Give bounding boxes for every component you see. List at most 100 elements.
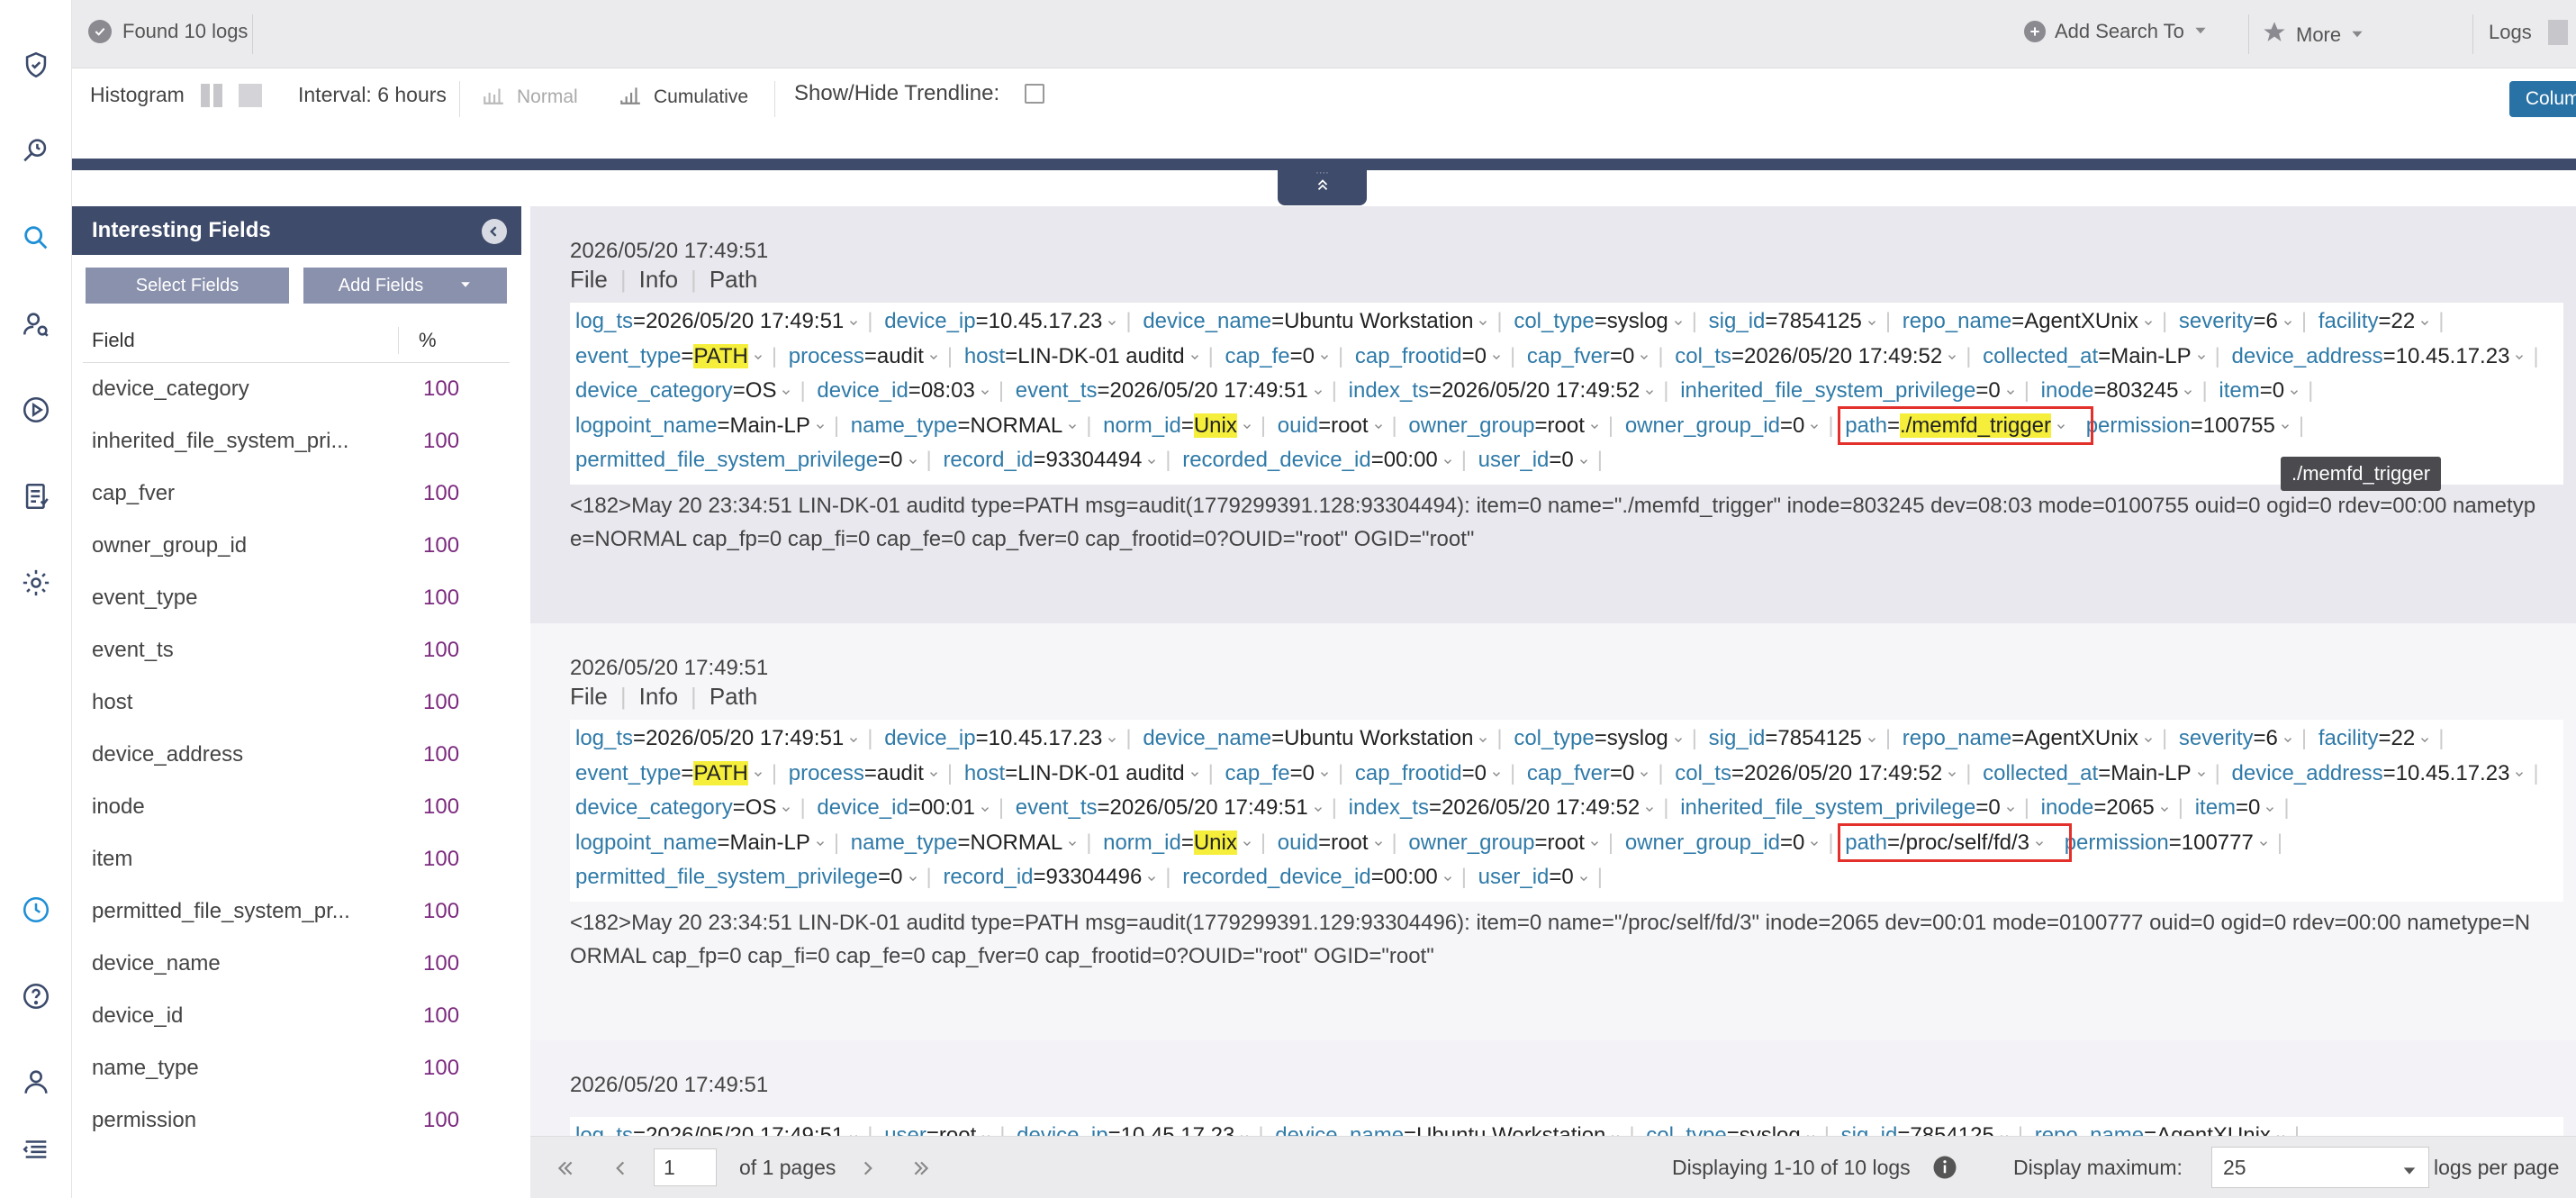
- chevron-down-icon[interactable]: [1241, 420, 1253, 432]
- chevron-down-icon[interactable]: [2033, 837, 2046, 849]
- more-menu[interactable]: More: [2262, 20, 2364, 50]
- log-field-event-ts[interactable]: event_ts=2026/05/20 17:49:51 |: [1016, 795, 1342, 820]
- interval-label[interactable]: Interval: 6 hours: [298, 83, 447, 107]
- log-field-owner-group[interactable]: owner_group=root |: [1408, 830, 1619, 855]
- info-icon[interactable]: [1931, 1154, 1958, 1181]
- chevron-down-icon[interactable]: [1638, 350, 1650, 363]
- chevron-down-icon[interactable]: [752, 767, 764, 780]
- log-field-col-ts[interactable]: col_ts=2026/05/20 17:49:52 |: [1675, 344, 1976, 368]
- log-field-ouid[interactable]: ouid=root |: [1278, 413, 1403, 438]
- chevron-down-icon[interactable]: [1577, 872, 1590, 885]
- log-field-sig-id[interactable]: sig_id=7854125 |: [1841, 1123, 2029, 1136]
- log-field-host[interactable]: host=LIN-DK-01 auditd |: [964, 761, 1219, 785]
- field-row[interactable]: event_type 100: [83, 572, 510, 624]
- chevron-down-icon[interactable]: [1808, 837, 1821, 849]
- log-field-sig-id[interactable]: sig_id=7854125 |: [1709, 309, 1896, 333]
- chevron-down-icon[interactable]: [780, 803, 792, 815]
- log-field-repo-name[interactable]: repo_name=AgentXUnix |: [2035, 1123, 2305, 1136]
- chevron-down-icon[interactable]: [2418, 733, 2431, 746]
- next-page-icon[interactable]: [854, 1155, 881, 1182]
- field-name[interactable]: owner_group_id: [83, 533, 398, 558]
- log-field-logpoint-name[interactable]: logpoint_name=Main-LP |: [575, 413, 845, 438]
- log-field-repo-name[interactable]: repo_name=AgentXUnix |: [1903, 309, 2173, 333]
- chevron-down-icon[interactable]: [1241, 837, 1253, 849]
- chevron-down-icon[interactable]: [2513, 767, 2526, 780]
- chevron-down-icon[interactable]: [1808, 420, 1821, 432]
- log-field-path[interactable]: path=./memfd_trigger: [1838, 405, 2093, 445]
- field-name[interactable]: permitted_file_system_pr...: [83, 899, 398, 924]
- tab-path[interactable]: Path: [710, 683, 758, 711]
- select-fields-button[interactable]: Select Fields: [86, 268, 289, 304]
- log-field-cap-fver[interactable]: cap_fver=0 |: [1527, 761, 1669, 785]
- field-name[interactable]: device_name: [83, 951, 398, 976]
- log-field-event-ts[interactable]: event_ts=2026/05/20 17:49:51 |: [1016, 378, 1342, 403]
- log-field-inode[interactable]: inode=2065 |: [2041, 795, 2189, 820]
- add-search-to-menu[interactable]: Add Search To: [2024, 20, 2208, 43]
- tab-file[interactable]: File: [570, 266, 608, 294]
- log-field-device-ip[interactable]: device_ip=10.45.17.23 |: [884, 309, 1136, 333]
- log-field-cap-frootid[interactable]: cap_frootid=0 |: [1355, 761, 1521, 785]
- log-field-repo-name[interactable]: repo_name=AgentXUnix |: [1903, 726, 2173, 750]
- field-row[interactable]: item 100: [83, 833, 510, 885]
- chevron-down-icon[interactable]: [2264, 803, 2276, 815]
- log-field-inode[interactable]: inode=803245 |: [2041, 378, 2213, 403]
- field-name[interactable]: host: [83, 690, 398, 715]
- chevron-down-icon[interactable]: [1066, 837, 1079, 849]
- log-field-record-id[interactable]: record_id=93304496 |: [943, 865, 1176, 889]
- user-icon[interactable]: [0, 1046, 72, 1118]
- chevron-down-icon[interactable]: [1066, 420, 1079, 432]
- field-name[interactable]: cap_fver: [83, 481, 398, 506]
- chevron-down-icon[interactable]: [1672, 733, 1685, 746]
- field-column-header[interactable]: Field: [83, 329, 398, 352]
- log-field-user-id[interactable]: user_id=0 |: [1478, 865, 1608, 889]
- field-name[interactable]: inherited_file_system_pri...: [83, 429, 398, 454]
- field-name[interactable]: device_address: [83, 742, 398, 767]
- chevron-down-icon[interactable]: [2142, 316, 2155, 329]
- log-field-log-ts[interactable]: log_ts=2026/05/20 17:49:51 |: [575, 309, 879, 333]
- menu-collapse-icon[interactable]: [0, 1113, 72, 1185]
- log-field-name-type[interactable]: name_type=NORMAL |: [851, 413, 1098, 438]
- log-field-index-ts[interactable]: index_ts=2026/05/20 17:49:52 |: [1349, 378, 1675, 403]
- log-field-facility[interactable]: facility=22 |: [2318, 309, 2450, 333]
- chevron-down-icon[interactable]: [927, 767, 940, 780]
- tab-info[interactable]: Info: [639, 266, 678, 294]
- chevron-down-icon[interactable]: [2279, 420, 2291, 432]
- chevron-down-icon[interactable]: [1490, 767, 1503, 780]
- log-field-device-ip[interactable]: device_ip=10.45.17.23 |: [1017, 1123, 1269, 1136]
- field-row[interactable]: name_type 100: [83, 1042, 510, 1094]
- log-field-severity[interactable]: severity=6 |: [2179, 309, 2312, 333]
- page-number-input[interactable]: 1: [654, 1148, 717, 1186]
- field-row[interactable]: inode 100: [83, 781, 510, 833]
- chevron-down-icon[interactable]: [1672, 316, 1685, 329]
- chevron-down-icon[interactable]: [907, 455, 919, 467]
- chevron-down-icon[interactable]: [1372, 837, 1385, 849]
- field-name[interactable]: device_id: [83, 1003, 398, 1029]
- collapse-histogram-tab[interactable]: ····: [1278, 159, 1367, 205]
- log-field-user-id[interactable]: user_id=0 |: [1478, 448, 1608, 472]
- chevron-down-icon[interactable]: [2055, 420, 2067, 432]
- field-name[interactable]: item: [83, 847, 398, 872]
- log-field-record-id[interactable]: record_id=93304494 |: [943, 448, 1176, 472]
- chevron-down-icon[interactable]: [1318, 350, 1331, 363]
- histogram-full-icon[interactable]: [238, 83, 262, 107]
- chevron-down-icon[interactable]: [1946, 350, 1958, 363]
- field-row[interactable]: device_name 100: [83, 938, 510, 990]
- field-row[interactable]: permitted_file_system_pr... 100: [83, 885, 510, 938]
- chevron-down-icon[interactable]: [2182, 386, 2194, 398]
- field-name[interactable]: event_type: [83, 585, 398, 611]
- log-field-sig-id[interactable]: sig_id=7854125 |: [1709, 726, 1896, 750]
- log-field-device-name[interactable]: device_name=Ubuntu Workstation |: [1275, 1123, 1640, 1136]
- log-field-inherited-file-system-privilege[interactable]: inherited_file_system_privilege=0 |: [1680, 795, 2035, 820]
- log-field-logpoint-name[interactable]: logpoint_name=Main-LP |: [575, 830, 845, 855]
- chevron-down-icon[interactable]: [1477, 733, 1489, 746]
- chevron-down-icon[interactable]: [927, 350, 940, 363]
- play-icon[interactable]: [0, 374, 72, 446]
- log-field-process[interactable]: process=audit |: [789, 344, 958, 368]
- log-field-log-ts[interactable]: log_ts=2026/05/20 17:49:51 |: [575, 1123, 879, 1136]
- log-field-log-ts[interactable]: log_ts=2026/05/20 17:49:51 |: [575, 726, 879, 750]
- log-field-device-name[interactable]: device_name=Ubuntu Workstation |: [1143, 726, 1507, 750]
- log-field-permitted-file-system-privilege[interactable]: permitted_file_system_privilege=0 |: [575, 865, 937, 889]
- field-row[interactable]: owner_group_id 100: [83, 520, 510, 572]
- chevron-down-icon[interactable]: [979, 386, 991, 398]
- chevron-down-icon[interactable]: [1577, 455, 1590, 467]
